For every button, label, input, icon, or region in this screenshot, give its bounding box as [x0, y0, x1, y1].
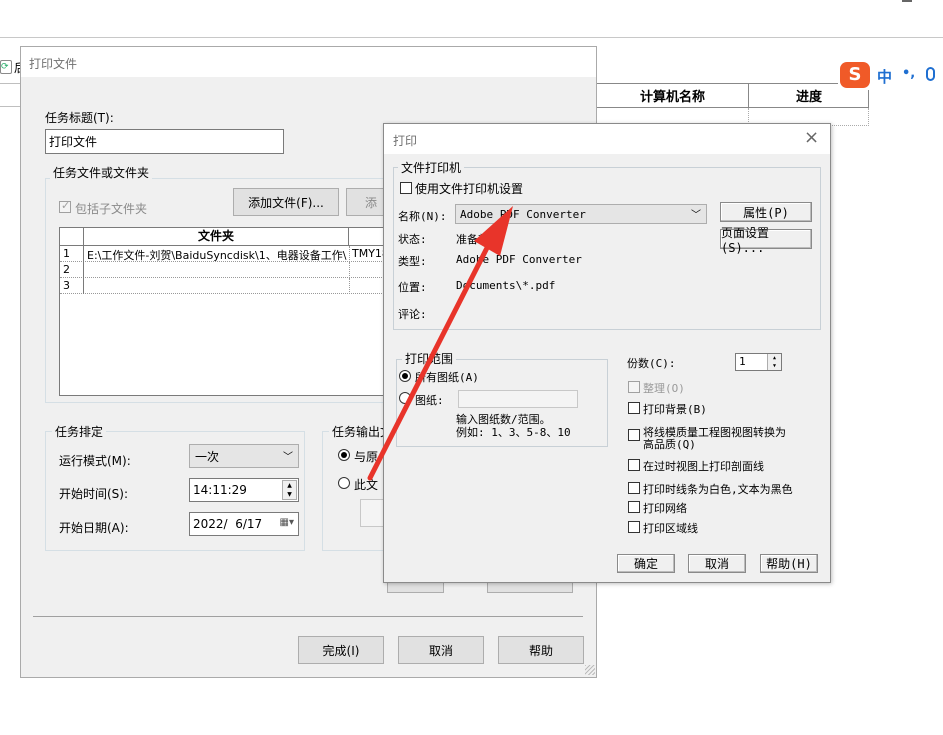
annotation-arrow-head — [474, 206, 513, 256]
annotation-arrow-shaft — [367, 237, 494, 481]
annotation-arrow — [367, 206, 513, 481]
